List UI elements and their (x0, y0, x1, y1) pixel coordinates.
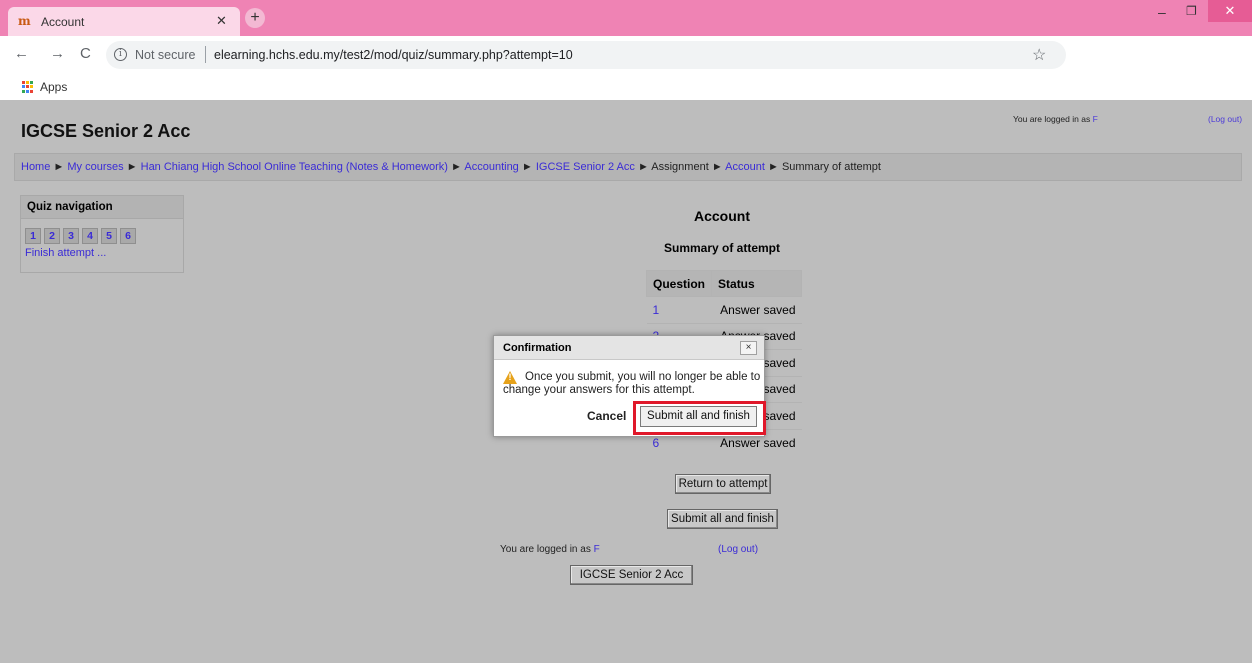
cancel-button[interactable]: Cancel (587, 409, 626, 423)
page-title: IGCSE Senior 2 Acc (21, 121, 191, 141)
logout-link-footer[interactable]: (Log out) (718, 544, 758, 555)
user-link[interactable]: F (594, 544, 600, 555)
return-to-attempt-button[interactable]: Return to attempt (675, 474, 771, 494)
status-cell: Answer saved (711, 296, 802, 323)
new-tab-button[interactable]: + (245, 8, 265, 28)
breadcrumb-separator-icon: ► (521, 161, 536, 173)
breadcrumb-separator-icon: ► (451, 161, 465, 173)
breadcrumb-separator-icon: ► (711, 161, 726, 173)
tab-title: Account (41, 15, 85, 29)
url-divider (205, 46, 206, 63)
forward-arrow-icon[interactable]: → (50, 45, 65, 62)
browser-tab-strip: m Account ✕ + ‒ ❐ ✕ (0, 0, 1252, 36)
column-header-status: Status (711, 270, 803, 297)
submit-all-button[interactable]: Submit all and finish (667, 509, 778, 529)
column-header-question: Question (645, 270, 713, 297)
login-text: You are logged in as (1013, 114, 1091, 124)
table-row: 1 Answer saved (646, 296, 802, 323)
login-info-footer: You are logged in as F (500, 544, 600, 555)
reload-icon[interactable]: C (80, 45, 91, 62)
table-header-row: Question Status (645, 270, 803, 297)
breadcrumb-my-courses[interactable]: My courses (67, 161, 123, 173)
dialog-message: Once you submit, you will no longer be a… (503, 371, 761, 396)
url-text[interactable]: elearning.hchs.edu.my/test2/mod/quiz/sum… (214, 48, 573, 62)
breadcrumb-separator-icon: ► (637, 161, 652, 173)
breadcrumb-assignment: Assignment (651, 161, 709, 173)
apps-bookmark[interactable]: Apps (40, 80, 67, 94)
window-close-icon[interactable]: ✕ (1208, 0, 1252, 22)
address-bar[interactable]: i Not secure elearning.hchs.edu.my/test2… (106, 41, 1066, 69)
info-icon[interactable]: i (114, 48, 127, 61)
dialog-header: Confirmation × (494, 336, 764, 360)
user-link[interactable]: F (1093, 114, 1098, 124)
summary-subtitle: Summary of attempt (663, 241, 781, 255)
breadcrumb-separator-icon: ► (53, 161, 68, 173)
dialog-close-icon[interactable]: × (740, 341, 757, 355)
back-arrow-icon[interactable]: ← (14, 45, 29, 62)
breadcrumb-category[interactable]: Han Chiang High School Online Teaching (… (141, 161, 448, 173)
breadcrumb-quiz[interactable]: Account (725, 161, 765, 173)
browser-toolbar: ← → C i Not secure elearning.hchs.edu.my… (0, 36, 1252, 74)
not-secure-label: Not secure (135, 48, 196, 62)
login-info-top: You are logged in as F (1013, 114, 1098, 124)
breadcrumb: Home ► My courses ► Han Chiang High Scho… (21, 161, 881, 173)
quiz-title: Account (694, 208, 750, 224)
breadcrumb-home[interactable]: Home (21, 161, 50, 173)
breadcrumb-accounting[interactable]: Accounting (464, 161, 518, 173)
course-home-button[interactable]: IGCSE Senior 2 Acc (570, 565, 693, 585)
dialog-title: Confirmation (503, 342, 572, 354)
bookmark-star-icon[interactable]: ☆ (1032, 45, 1046, 65)
tab-close-icon[interactable]: ✕ (216, 13, 227, 29)
apps-grid-icon[interactable] (22, 81, 34, 93)
breadcrumb-separator-icon: ► (126, 161, 141, 173)
restore-icon[interactable]: ❐ (1186, 4, 1204, 22)
quiz-navigation-block: Quiz navigation 1 2 3 4 5 6 Finish attem… (20, 195, 184, 273)
login-text: You are logged in as (500, 544, 591, 555)
breadcrumb-course[interactable]: IGCSE Senior 2 Acc (536, 161, 635, 173)
minimize-icon[interactable]: ‒ (1158, 4, 1176, 22)
bookmarks-bar: Apps (0, 74, 1252, 100)
breadcrumb-separator-icon: ► (767, 161, 782, 173)
highlight-box (633, 401, 766, 435)
question-link[interactable]: 1 (646, 296, 712, 323)
breadcrumb-current: Summary of attempt (781, 161, 881, 173)
breadcrumb-bar: Home ► My courses ► Han Chiang High Scho… (14, 153, 1242, 181)
moodle-favicon-icon: m (18, 14, 31, 28)
browser-tab[interactable]: m Account ✕ (8, 7, 240, 36)
logout-link-top[interactable]: (Log out) (1208, 114, 1242, 124)
